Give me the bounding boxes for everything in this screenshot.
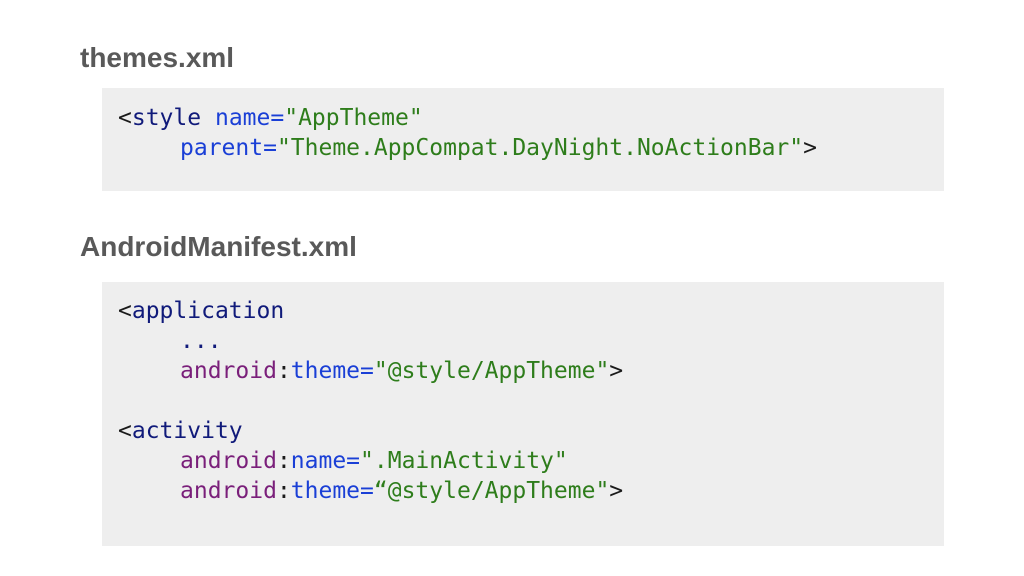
code-namespace: android <box>180 478 277 504</box>
slide: themes.xml <style name="AppTheme" parent… <box>0 0 1024 576</box>
code-attribute: theme= <box>290 478 374 504</box>
code-ellipsis: ... <box>180 328 222 354</box>
code-value: ".MainActivity" <box>360 448 568 474</box>
code-namespace: android <box>180 448 277 474</box>
code-value: "Theme.AppCompat.DayNight.NoActionBar" <box>276 135 804 161</box>
code-attribute: theme= <box>290 358 374 384</box>
code-attribute: name= <box>290 448 361 474</box>
code-bracket: > <box>609 478 624 504</box>
android-manifest-code-block: <application ... android:theme="@style/A… <box>102 282 944 546</box>
code-colon: : <box>276 448 291 474</box>
code-line: ... <box>118 326 944 356</box>
code-line: <style name="AppTheme" <box>118 103 944 133</box>
themes-xml-code-block: <style name="AppTheme" parent="Theme.App… <box>102 88 944 191</box>
code-attribute: parent= <box>180 135 277 161</box>
code-bracket: < <box>118 298 132 324</box>
code-bracket: < <box>118 105 132 131</box>
themes-xml-heading: themes.xml <box>80 42 235 73</box>
code-line: <application <box>118 296 944 326</box>
code-line: <activity <box>118 416 944 446</box>
code-bracket: < <box>118 418 132 444</box>
code-value: "AppTheme" <box>284 105 423 131</box>
code-line: android:name=".MainActivity" <box>118 446 944 476</box>
code-colon: : <box>276 478 291 504</box>
code-line: android:theme="@style/AppTheme"> <box>118 356 944 386</box>
code-line: parent="Theme.AppCompat.DayNight.NoActio… <box>118 133 944 163</box>
code-colon: : <box>276 358 291 384</box>
code-namespace: android <box>180 358 277 384</box>
code-tag: application <box>131 298 285 324</box>
code-value: “@style/AppTheme" <box>373 478 610 504</box>
code-tag: activity <box>131 418 243 444</box>
code-tag: style <box>131 105 202 131</box>
code-value: "@style/AppTheme" <box>373 358 610 384</box>
android-manifest-heading: AndroidManifest.xml <box>80 231 357 262</box>
code-line: android:theme=“@style/AppTheme"> <box>118 476 944 506</box>
code-bracket: > <box>803 135 817 161</box>
code-attribute: name= <box>214 105 285 131</box>
code-bracket: > <box>609 358 624 384</box>
